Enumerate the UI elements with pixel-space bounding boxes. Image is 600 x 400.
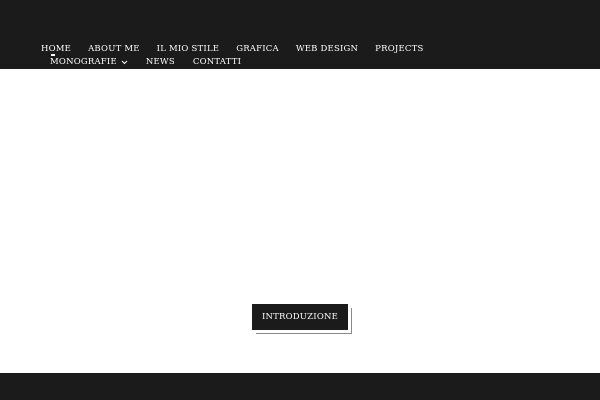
nav-item-contatti[interactable]: CONTATTI (193, 57, 241, 67)
site-header: HOME ABOUT ME IL MIO STILE GRAFICA WEB D… (0, 0, 600, 69)
nav-item-grafica[interactable]: GRAFICA (236, 44, 279, 54)
nav-item-news[interactable]: NEWS (146, 57, 175, 67)
chevron-down-icon (121, 59, 128, 65)
nav-row-secondary: MONOGRAFIE NEWS CONTATTI (50, 57, 259, 67)
site-footer (0, 373, 600, 400)
introduzione-button-wrap: INTRODUZIONE (252, 304, 352, 334)
introduzione-button[interactable]: INTRODUZIONE (252, 304, 348, 330)
nav-item-il-mio-stile[interactable]: IL MIO STILE (157, 44, 220, 54)
nav-item-web-design[interactable]: WEB DESIGN (296, 44, 358, 54)
nav-row-primary: HOME ABOUT ME IL MIO STILE GRAFICA WEB D… (41, 44, 440, 56)
nav-item-about-me[interactable]: ABOUT ME (88, 44, 140, 54)
nav-item-monografie-label: MONOGRAFIE (50, 57, 117, 67)
nav-item-projects[interactable]: PROJECTS (375, 44, 423, 54)
page: HOME ABOUT ME IL MIO STILE GRAFICA WEB D… (0, 0, 600, 400)
nav-item-home[interactable]: HOME (41, 44, 71, 56)
nav-item-monografie[interactable]: MONOGRAFIE (50, 57, 128, 67)
